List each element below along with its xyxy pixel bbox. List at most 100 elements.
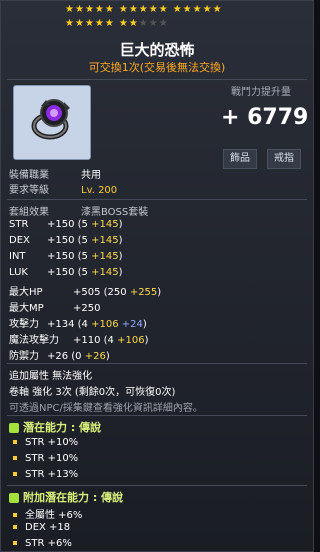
stat-tail: ) [118,267,123,278]
star-icon: ★ [138,4,148,15]
stat-star-bonus: +24 [121,319,143,330]
power-label: 戰鬥力提升量 [231,87,291,98]
stat-bonus: +145 [91,219,119,230]
star-icon: ★ [192,4,202,15]
star-icon: ★ [65,18,74,29]
item-tooltip: ★ ★ ★ ★ ★ ★ ★ ★ ★ ★ ★ ★ ★ ★ ★ ★ ★ ★ ★ ★ ★ ★ ★ ★ ★ 巨大的恐怖 可交換1… [0,0,314,552]
item-icon-frame [13,85,91,160]
star-icon: ★ [158,4,168,15]
star-icon: ★ [202,4,212,15]
tag-accessory: 飾品 [223,149,257,169]
divider [7,363,307,364]
stat-tail: ) [144,335,149,346]
stat-value: +150 (5 [47,267,92,278]
stat-name: LUK [9,267,28,278]
stat-tail: ) [142,319,147,330]
stat-tail: ) [118,235,123,246]
star-icon: ★ [94,18,104,29]
trade-note: 可交換1次(交易後無法交換) [88,61,226,74]
stat-tail: ) [118,251,123,262]
star-icon: ★ [128,18,138,29]
power-value: + 6779 [221,105,309,130]
star-icon: ★ [118,18,128,29]
bonus-potential-header: 附加潛在能力 : 傳說 [9,489,123,505]
potential-header: 潛在能力 : 傳說 [9,419,101,435]
stat-row: 最大HP +505 (250 +255) [9,283,161,298]
stat-row: LUK +150 (5 +145) [9,267,122,278]
set-label: 套組效果 [9,207,49,218]
stat-name: 防禦力 [9,351,39,362]
stat-value: +26 (0 [47,351,85,362]
bonus-potential-line: DEX +18 [13,522,70,533]
star-empty-icon: ★ [148,18,158,29]
stat-bonus: +106 [117,335,145,346]
star-force: ★ ★ ★ ★ ★ ★ ★ ★ ★ ★ ★ ★ ★ ★ ★ ★ ★ ★ ★ ★ ★ ★ ★ ★ ★ [65,3,255,31]
divider [7,415,307,416]
divider [7,485,307,486]
stat-name: 魔法攻擊力 [9,335,59,346]
set-row: 套組效果 漆黑BOSS套裝 [9,203,148,218]
level-value: Lv. 200 [81,185,118,196]
star-icon: ★ [172,4,182,15]
star-icon: ★ [104,18,114,29]
stat-row: INT +150 (5 +145) [9,251,122,262]
stat-row: DEX +150 (5 +145) [9,235,122,246]
stat-name: STR [9,219,29,230]
ring-icon [31,99,70,140]
item-name: 巨大的恐怖 [119,41,195,59]
star-icon: ★ [74,4,84,15]
stat-value: +110 (4 [73,335,118,346]
star-icon: ★ [84,18,94,29]
set-name: 漆黑BOSS套裝 [81,207,149,218]
stat-value: +150 (5 [47,235,92,246]
stat-name: 攻擊力 [9,319,39,330]
star-icon: ★ [94,4,104,15]
star-icon: ★ [84,4,94,15]
stat-bonus: +145 [91,235,119,246]
stat-row: 攻擊力 +134 (4 +106 +24) [9,315,147,330]
stat-row: STR +150 (5 +145) [9,219,122,230]
stat-name: INT [9,251,26,262]
star-icon: ★ [182,4,192,15]
stat-name: DEX [9,235,30,246]
stat-value: +250 [73,303,101,314]
stat-value: +150 (5 [47,251,92,262]
extra-line-1: 追加屬性 無法強化 [9,371,93,382]
potential-line: STR +10% [13,453,78,464]
star-icon: ★ [148,4,158,15]
job-row: 裝備職業 共用 [9,166,101,181]
star-empty-icon: ★ [138,18,148,29]
stat-tail: ) [157,287,162,298]
bonus-potential-icon [9,493,19,503]
tag-ring: 戒指 [267,149,301,169]
stat-value: +150 (5 [47,219,92,230]
job-value: 共用 [81,170,101,181]
star-icon: ★ [128,4,138,15]
stat-tail: ) [105,351,110,362]
stat-value: +505 (250 [73,287,130,298]
divider [7,199,307,200]
stat-bonus: +26 [84,351,106,362]
star-icon: ★ [65,4,74,15]
extra-line-3: 可透過NPC/採集鍵查看強化資訊詳細內容。 [9,403,203,414]
stat-name: 最大HP [9,287,43,298]
level-row: 要求等級 Lv. 200 [9,181,117,196]
level-label: 要求等級 [9,185,49,196]
stat-name: 最大MP [9,303,44,314]
potential-icon [9,423,19,433]
stat-bonus: +106 [91,319,119,330]
job-label: 裝備職業 [9,170,49,181]
stat-row: 防禦力 +26 (0 +26) [9,347,110,362]
stat-row: 最大MP +250 [9,299,100,314]
extra-line-2: 卷軸 強化 3次 (剩餘0次，可恢復0次) [9,387,176,398]
bonus-potential-line: STR +6% [13,538,72,549]
star-icon: ★ [74,18,84,29]
stat-bonus: +145 [91,267,119,278]
star-icon: ★ [212,4,222,15]
bonus-potential-line: 全屬性 +6% [13,506,82,521]
stat-bonus: +145 [91,251,119,262]
stat-row: 魔法攻擊力 +110 (4 +106) [9,331,148,346]
stat-tail: ) [118,219,123,230]
potential-line: STR +10% [13,437,78,448]
star-icon: ★ [104,4,114,15]
